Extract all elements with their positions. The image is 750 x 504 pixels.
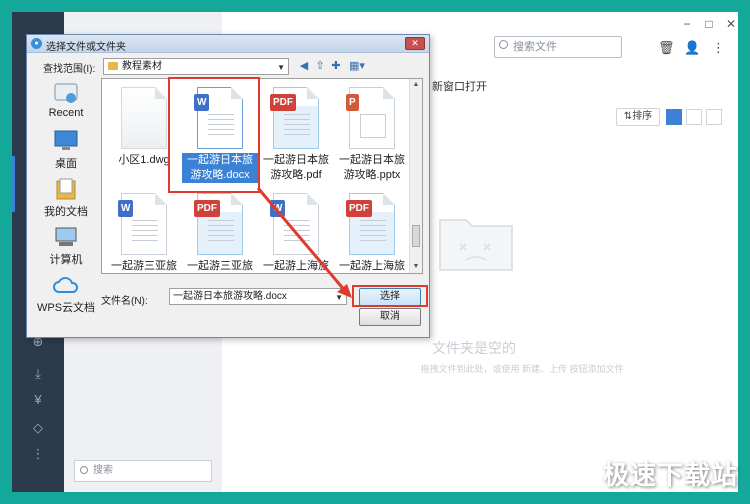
place-computer[interactable]: 计算机 (33, 225, 99, 267)
word-file-icon: W (118, 193, 167, 255)
coin-icon[interactable]: ¥ (30, 392, 46, 408)
cloud-icon (53, 277, 79, 293)
file-name: 一起游三亚旅 (187, 260, 253, 272)
up-folder-icon[interactable]: ⇧ (313, 59, 327, 73)
recent-icon (54, 83, 78, 103)
pdf-file-icon: PDF (270, 87, 319, 149)
tag-icon[interactable]: ◇ (30, 420, 46, 436)
open-new-window-link[interactable]: 新窗口打开 (432, 78, 487, 94)
trash-icon[interactable]: 🗑 (658, 40, 675, 56)
lookin-label: 查找范围(I): (43, 64, 96, 75)
file-item-pdf[interactable]: PDF 一起游三亚旅 (182, 193, 258, 273)
file-search-input[interactable]: 搜索文件 (494, 36, 622, 58)
file-name: 一起游上海旅 (263, 260, 329, 272)
place-desktop[interactable]: 桌面 (33, 129, 99, 171)
file-item-pdf[interactable]: PDF 一起游日本旅 游攻略.pdf (258, 87, 334, 183)
pdf-file-icon: PDF (346, 193, 395, 255)
place-label: Recent (48, 107, 84, 119)
dwg-file-icon (121, 87, 167, 149)
view-menu-icon[interactable]: ▦▾ (347, 59, 367, 73)
place-label: WPS云文档 (36, 302, 96, 314)
empty-folder-title: 文件夹是空的 (432, 340, 516, 356)
close-window-button[interactable]: ✕ (724, 17, 738, 31)
add-user-icon[interactable]: 👤 (684, 40, 700, 56)
place-label: 桌面 (55, 158, 77, 170)
computer-icon (55, 227, 77, 246)
word-file-icon: W (270, 193, 319, 255)
filename-label: 文件名(N): (101, 296, 148, 307)
selected-file-highlight (168, 77, 260, 193)
documents-icon (56, 178, 76, 200)
file-name: 一起游三亚旅 (111, 260, 177, 272)
place-recent[interactable]: Recent (33, 81, 99, 119)
file-item-pdf[interactable]: PDF 一起游上海旅 (334, 193, 410, 273)
scroll-down-icon[interactable]: ▼ (410, 261, 422, 273)
nav-active-indicator (12, 156, 15, 212)
list-view-button[interactable] (666, 109, 682, 125)
file-list-pane[interactable]: 小区1.dwg W 一起游日本旅 游攻略.docx PDF 一起游日本旅 游攻略.p… (101, 78, 423, 274)
file-search-placeholder: 搜索文件 (513, 41, 557, 53)
sort-button[interactable]: ⇅排序 (616, 108, 660, 126)
file-item-pptx[interactable]: P 一起游日本旅 游攻略.pptx (334, 87, 410, 183)
dialog-close-button[interactable]: ✕ (405, 37, 425, 50)
filename-value: 一起游日本旅游攻略.docx (173, 291, 287, 302)
pdf-file-icon: PDF (194, 193, 243, 255)
search-icon (80, 466, 88, 474)
sidebar-search-input[interactable]: 搜索 (74, 460, 212, 482)
cancel-button[interactable]: 取消 (359, 308, 421, 326)
place-wps-cloud[interactable]: WPS云文档 (33, 273, 99, 315)
grid-view-button[interactable] (706, 109, 722, 125)
new-folder-icon[interactable]: ✚ (329, 59, 343, 73)
file-item-docx[interactable]: W 一起游上海旅 (258, 193, 334, 273)
places-bar: Recent 桌面 我的文档 计算机 WPS云文档 (33, 77, 99, 315)
place-label: 我的文档 (44, 206, 88, 218)
ppt-file-icon: P (346, 87, 395, 149)
filename-combobox[interactable]: 一起游日本旅游攻略.docx ▼ (169, 288, 347, 305)
chevron-down-icon: ▼ (277, 63, 285, 72)
chevron-down-icon: ▼ (335, 293, 343, 302)
file-name: 一起游日本旅 游攻略.pptx (339, 154, 405, 181)
sort-icon: ⇅ (623, 111, 633, 122)
sort-label: 排序 (632, 111, 653, 122)
folder-icon (108, 62, 118, 70)
minimize-button[interactable]: − (680, 17, 694, 31)
more-vertical-icon[interactable]: ⋮ (30, 446, 46, 462)
scrollbar-thumb[interactable] (412, 225, 420, 247)
sidebar-search-placeholder: 搜索 (93, 465, 113, 476)
watermark-logo: 极速下载站 (602, 460, 738, 490)
search-icon (499, 40, 508, 49)
empty-folder-icon (439, 219, 513, 271)
file-name: 一起游上海旅 (339, 260, 405, 272)
detail-view-button[interactable] (686, 109, 702, 125)
select-button-highlight (352, 285, 428, 307)
file-item-docx[interactable]: W 一起游三亚旅 (106, 193, 182, 273)
dialog-title: 选择文件或文件夹 (46, 42, 126, 53)
maximize-button[interactable]: □ (702, 17, 716, 31)
file-list-scrollbar[interactable]: ▲ ▼ (409, 79, 422, 273)
empty-folder-hint: 拖拽文件到此处，或使用 新建、上传 按钮添加文件 (420, 364, 624, 374)
lookin-dropdown[interactable]: 教程素材 ▼ (103, 58, 289, 75)
place-label: 计算机 (49, 254, 83, 266)
download-icon[interactable]: ⤓ (30, 366, 46, 382)
place-documents[interactable]: 我的文档 (33, 177, 99, 219)
more-menu-icon[interactable]: ⋮ (712, 40, 725, 56)
lookin-value: 教程素材 (122, 61, 162, 72)
dialog-titlebar[interactable]: ● 选择文件或文件夹 ✕ (27, 35, 429, 53)
scroll-up-icon[interactable]: ▲ (410, 79, 422, 91)
back-icon[interactable]: ◀ (297, 59, 311, 73)
desktop-icon (54, 130, 78, 150)
app-logo-icon: ● (31, 38, 42, 49)
file-name: 一起游日本旅 游攻略.pdf (263, 154, 329, 181)
